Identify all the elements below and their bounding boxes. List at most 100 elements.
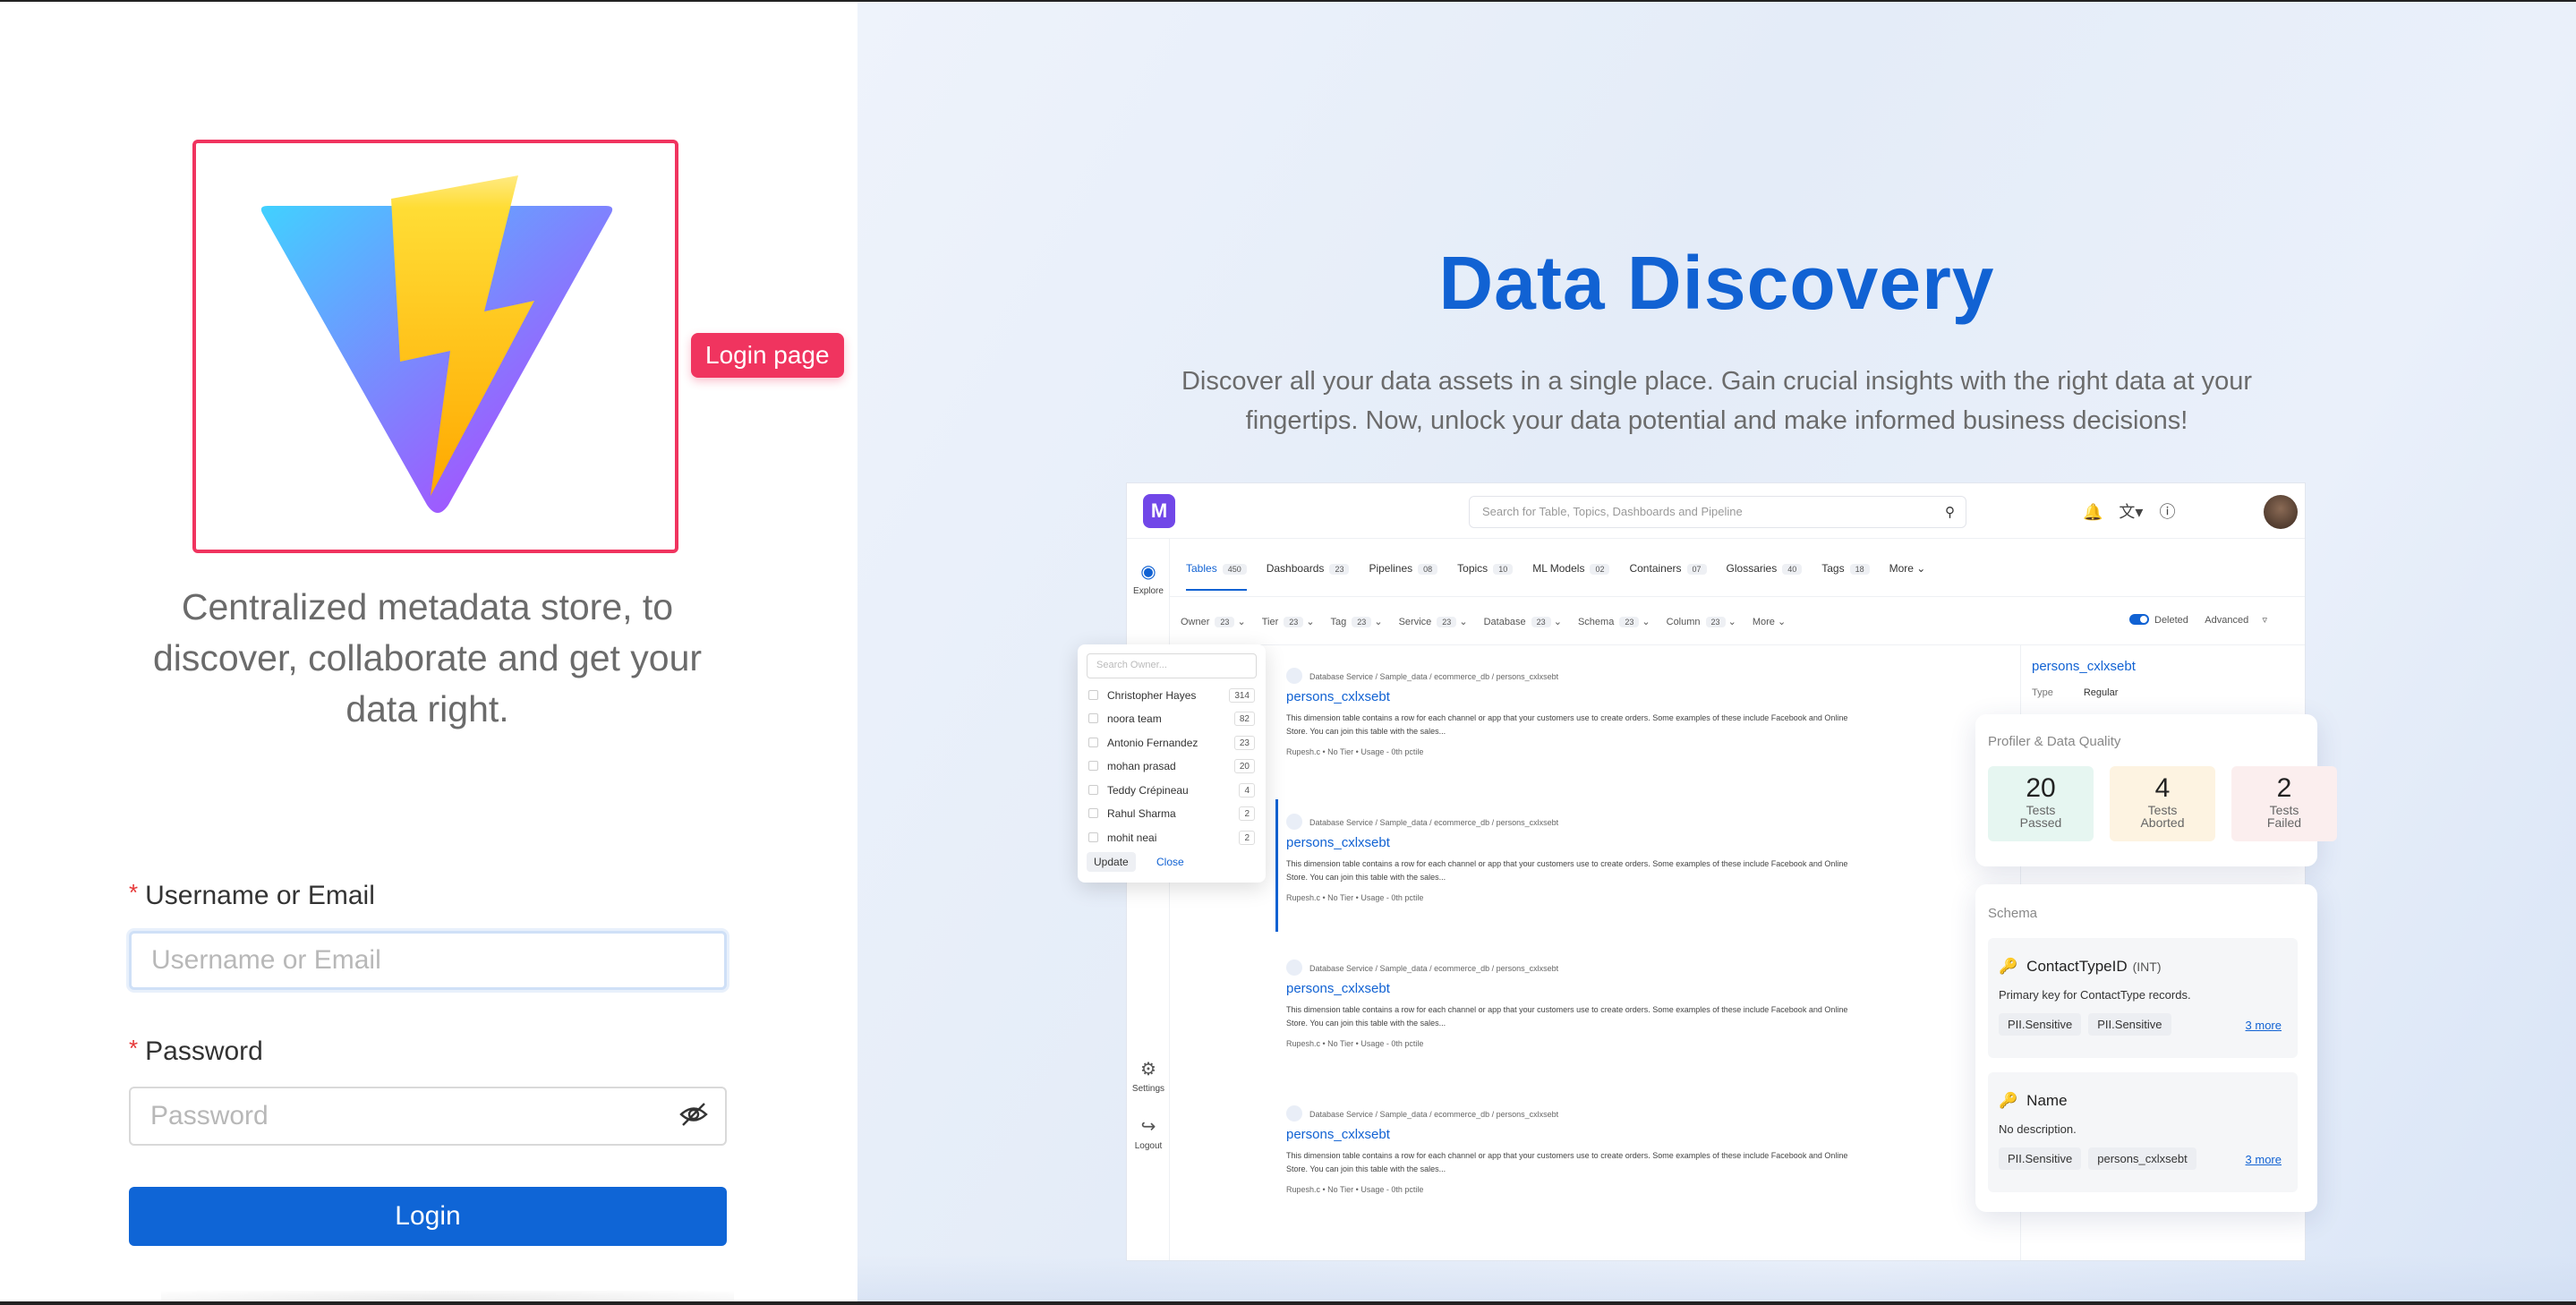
username-label-text: Username or Email: [145, 881, 375, 910]
filter-icon: ▿: [2262, 615, 2268, 626]
list-item: Antonio Fernandez 23: [1088, 733, 1255, 753]
result-name: persons_cxlxsebt: [1286, 689, 1390, 704]
close-link: Close: [1156, 856, 1184, 868]
app-logo: M: [1143, 494, 1175, 528]
checkbox: [1088, 713, 1098, 723]
sidebar-item-label: Logout: [1134, 1141, 1163, 1151]
tab-pipelines: Pipelines 08: [1369, 562, 1438, 589]
list-item: mohan prasad 20: [1088, 756, 1255, 776]
selected-indicator: [1275, 799, 1278, 932]
bell-icon: 🔔: [2083, 503, 2103, 521]
password-input[interactable]: [129, 1087, 727, 1146]
detail-title: persons_cxlxsebt: [2032, 659, 2136, 674]
hero-description: Discover all your data assets in a singl…: [1181, 367, 2253, 435]
avatar: [2264, 495, 2298, 529]
result-description: This dimension table contains a row for …: [1286, 713, 1848, 736]
checkbox: [1088, 785, 1098, 795]
logout-icon: ↪: [1140, 1117, 1156, 1137]
filter-owner: Owner 23 ⌄: [1181, 617, 1246, 627]
tests-failed-tile: 2 Tests Failed: [2231, 766, 2337, 841]
list-item: Christopher Hayes 314: [1088, 686, 1255, 705]
tab-tables: Tables 450: [1186, 562, 1247, 591]
username-input[interactable]: [129, 931, 727, 990]
result-description: This dimension table contains a row for …: [1286, 1005, 1848, 1028]
filter-database: Database 23 ⌄: [1483, 617, 1562, 627]
list-item: mohit neai 2: [1088, 828, 1255, 848]
preview-search: Search for Table, Topics, Dashboards and…: [1469, 496, 1966, 528]
database-icon: [1286, 668, 1302, 684]
filter-schema: Schema 23 ⌄: [1577, 617, 1651, 627]
translate-icon: 文▾: [2119, 503, 2144, 521]
key-icon: 🔑: [1999, 958, 2018, 975]
result-name: persons_cxlxsebt: [1286, 981, 1390, 996]
result-meta: Rupesh.c • No Tier • Usage - 0th pctile: [1286, 893, 1424, 902]
tab-topics: Topics 10: [1457, 562, 1514, 589]
divider: [1170, 596, 2305, 597]
result-description: This dimension table contains a row for …: [1286, 859, 1848, 882]
schema-column: 🔑 Name No description. PII.Sensitive perso…: [1988, 1072, 2298, 1192]
tab-containers: Containers 07: [1629, 562, 1707, 589]
database-icon: [1286, 960, 1302, 976]
result-name: persons_cxlxsebt: [1286, 835, 1390, 850]
schema-column: 🔑 ContactTypeID (INT) Primary key for Cont…: [1988, 938, 2298, 1058]
help-icon: ⓘ: [2159, 503, 2176, 521]
filter-tier: Tier 23 ⌄: [1261, 617, 1315, 627]
result-card: Database Service / Sample_data / ecommer…: [1286, 1105, 1859, 1194]
list-item: Teddy Crépineau 4: [1088, 780, 1255, 800]
vite-logo-icon: [260, 175, 613, 513]
data-quality-card: Profiler & Data Quality 20 Tests Passed 4T…: [1975, 714, 2337, 866]
preview-filters: Owner 23 ⌄ Tier 23 ⌄ Tag 23 ⌄ Service 23 ⌄ Datab…: [1181, 616, 1802, 627]
preview-search-placeholder: Search for Table, Topics, Dashboards and…: [1482, 505, 1743, 518]
update-button: Update: [1087, 852, 1136, 872]
password-label-text: Password: [145, 1036, 263, 1066]
password-label: * Password: [129, 1035, 263, 1067]
filter-service: Service 23 ⌄: [1398, 617, 1468, 627]
chevron-down-icon: ⌄: [1916, 562, 1926, 575]
result-meta: Rupesh.c • No Tier • Usage - 0th pctile: [1286, 747, 1424, 756]
username-label: * Username or Email: [129, 879, 375, 911]
result-meta: Rupesh.c • No Tier • Usage - 0th pctile: [1286, 1039, 1424, 1048]
result-card: Database Service / Sample_data / ecommer…: [1286, 814, 1859, 902]
search-icon: ⚲: [1945, 505, 1955, 520]
bottom-shadow: [857, 1255, 2576, 1301]
tagline: Centralized metadata store, to discover,…: [152, 586, 703, 729]
sidebar-item-explore: ◉ Explore: [1127, 560, 1170, 596]
filter-column: Column 23 ⌄: [1666, 617, 1736, 627]
hero-title: Data Discovery: [1438, 241, 1995, 325]
login-page: Login page Centralized metadata store, t…: [0, 0, 2576, 1305]
result-name: persons_cxlxsebt: [1286, 1127, 1390, 1142]
owner-filter-popup: Search Owner... Christopher Hayes 314 noo…: [1078, 644, 1266, 883]
tab-ml-models: ML Models 02: [1532, 562, 1610, 589]
required-mark: *: [129, 879, 139, 906]
tab-more: More ⌄: [1889, 562, 1926, 575]
preview-topbar: M Search for Table, Topics, Dashboards a…: [1127, 483, 2305, 539]
explore-icon: ◉: [1140, 562, 1156, 582]
card-title: Schema: [1988, 906, 2038, 921]
deleted-toggle: Deleted Advanced ▿: [2129, 614, 2267, 626]
checkbox: [1088, 690, 1098, 700]
sidebar-item-label: Settings: [1131, 1084, 1165, 1094]
key-icon: 🔑: [1999, 1092, 2018, 1109]
database-icon: [1286, 814, 1302, 830]
login-page-badge: Login page: [691, 333, 844, 378]
checkbox: [1088, 738, 1098, 747]
deleted-label: Deleted: [2154, 615, 2188, 626]
card-title: Profiler & Data Quality: [1988, 734, 2121, 749]
schema-card: Schema 🔑 ContactTypeID (INT) Primary key f…: [1975, 884, 2317, 1212]
tab-glossaries: Glossaries 40: [1727, 562, 1803, 589]
checkbox: [1088, 832, 1098, 842]
detail-type-row: Type Regular: [2032, 687, 2119, 698]
sidebar-item-settings: ⚙ Settings: [1127, 1058, 1170, 1094]
login-button[interactable]: Login: [129, 1187, 727, 1246]
tab-tags: Tags 18: [1821, 562, 1870, 589]
result-meta: Rupesh.c • No Tier • Usage - 0th pctile: [1286, 1185, 1424, 1194]
checkbox: [1088, 761, 1098, 771]
filter-more: More ⌄: [1752, 617, 1787, 627]
database-icon: [1286, 1105, 1302, 1122]
sidebar-item-label: Explore: [1133, 586, 1164, 596]
eye-off-icon[interactable]: [678, 1099, 709, 1130]
owner-search-input: Search Owner...: [1087, 653, 1257, 678]
tests-passed-tile: 20 Tests Passed: [1988, 766, 2094, 841]
required-mark: *: [129, 1035, 139, 1062]
toggle-switch: [2129, 614, 2149, 625]
